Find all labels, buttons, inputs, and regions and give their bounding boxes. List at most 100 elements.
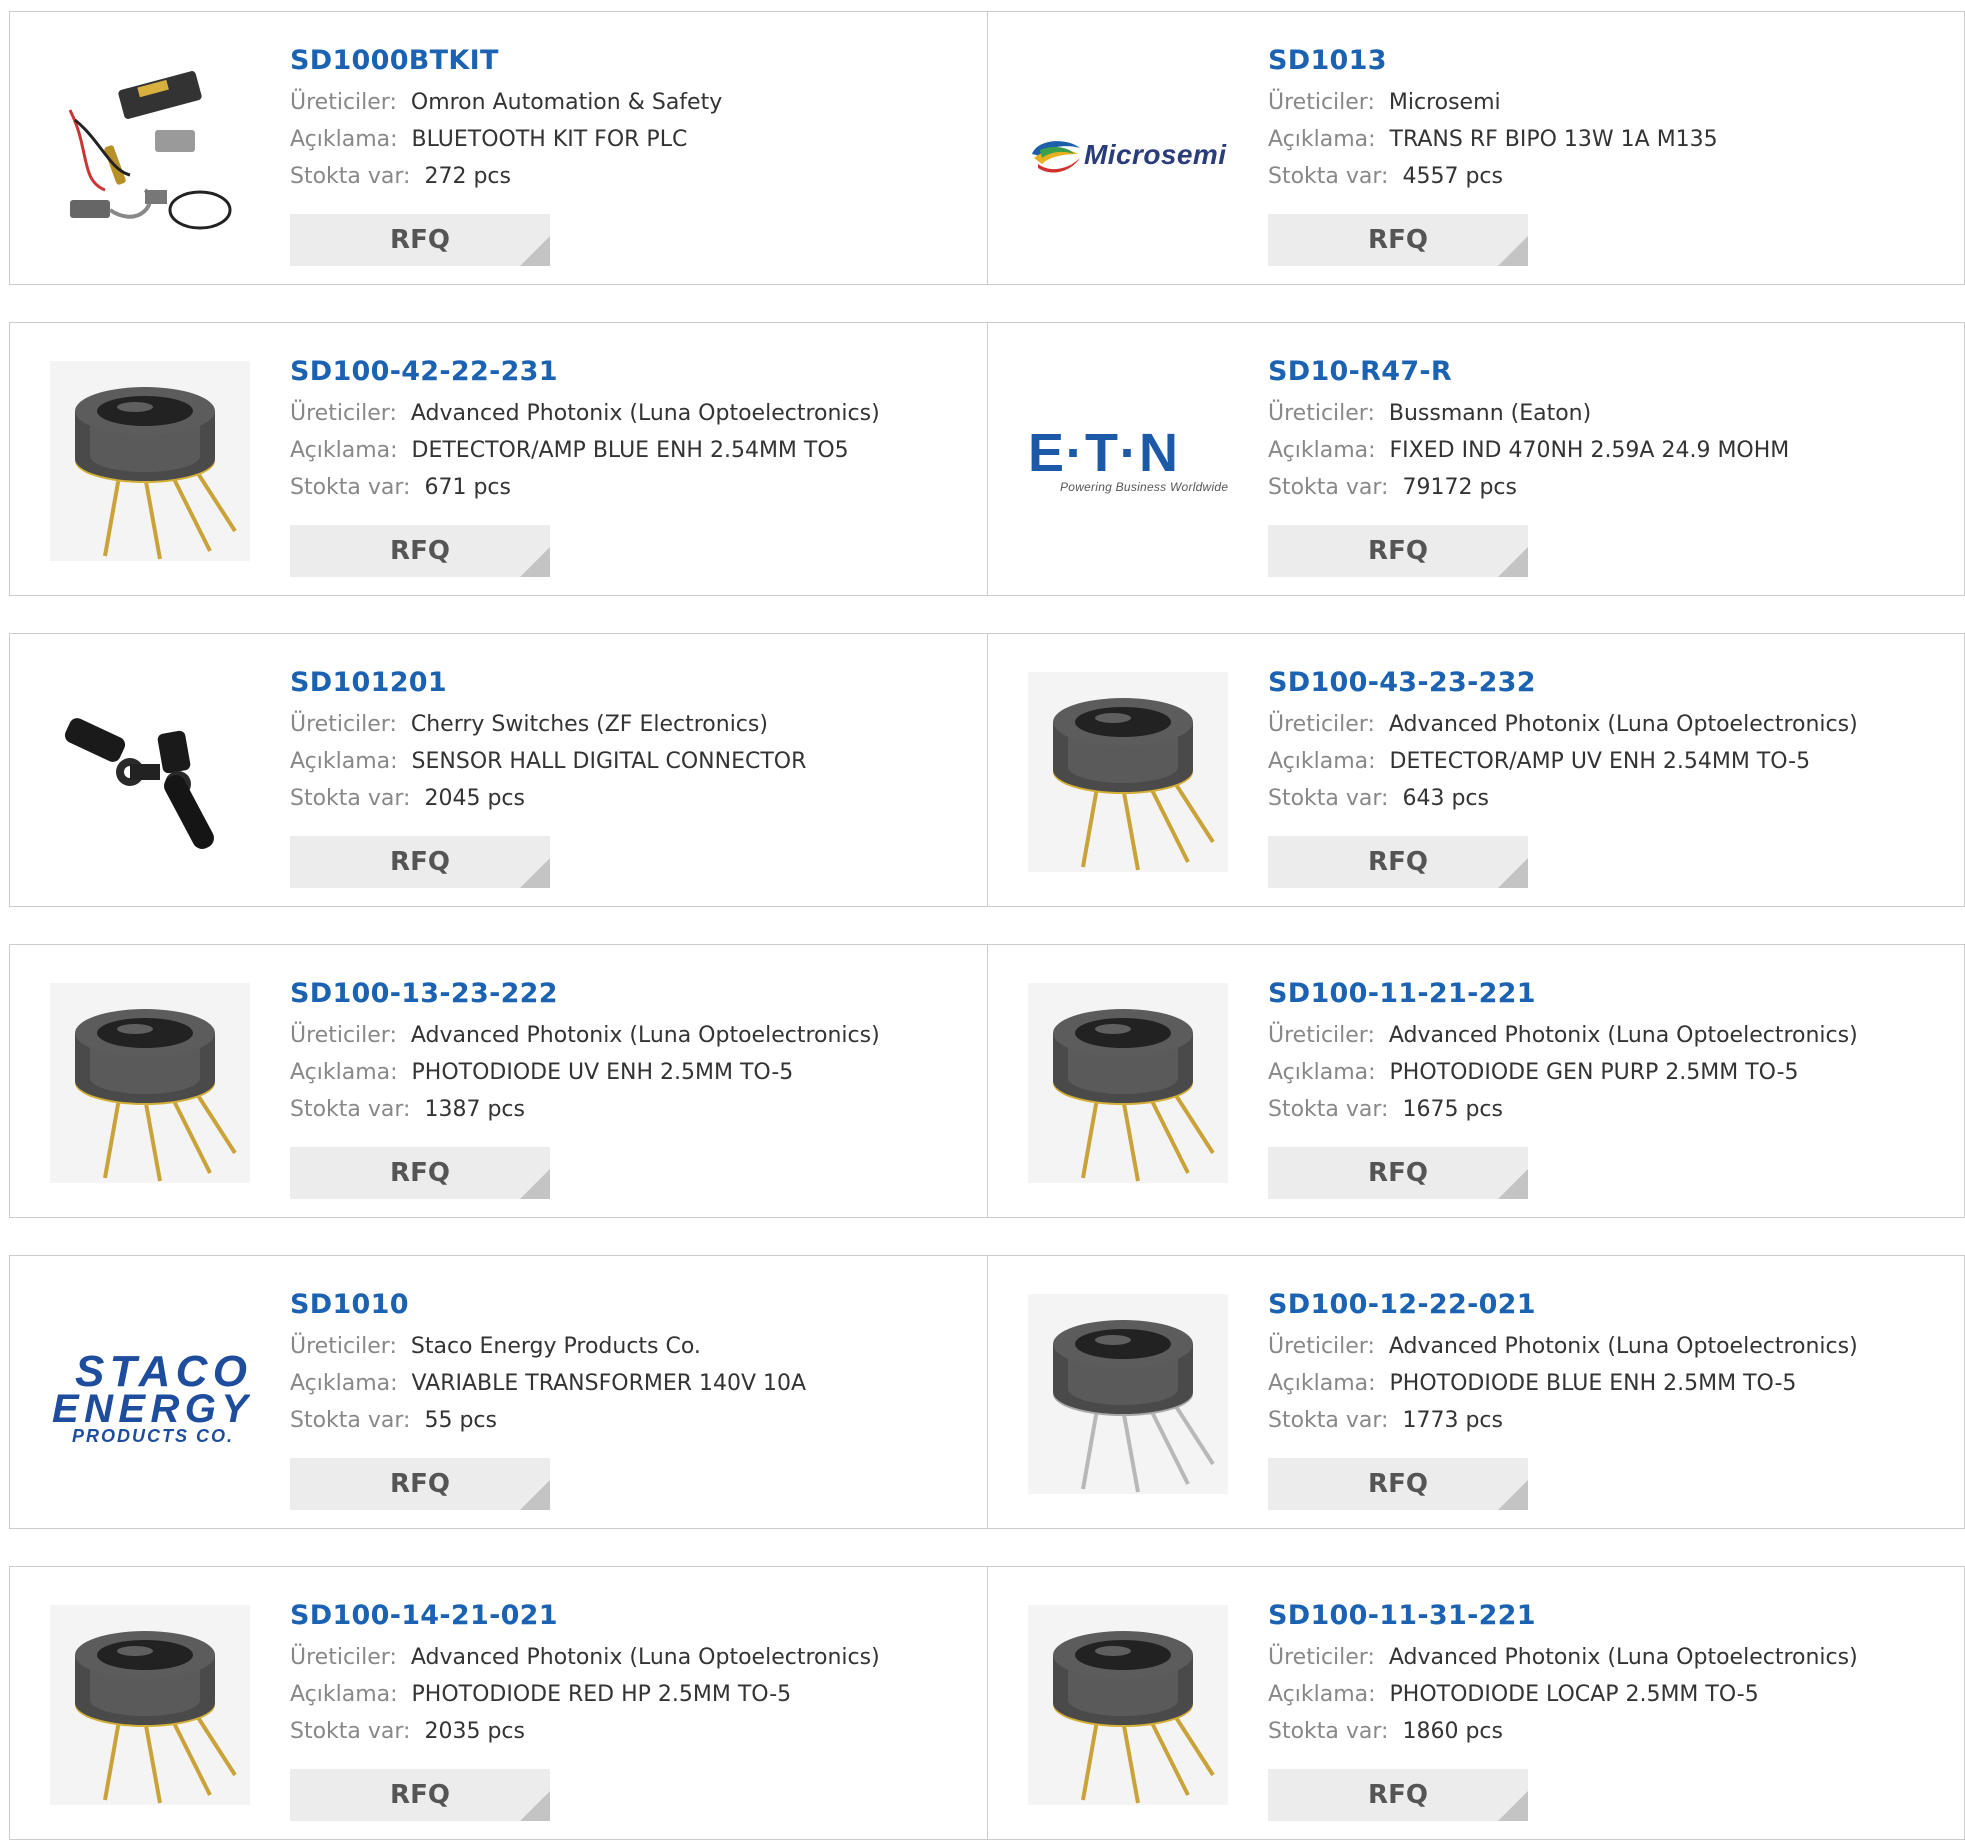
manufacturer-label: Üreticiler: xyxy=(1268,1023,1375,1048)
product-card: SD1000BTKIT Üreticiler: Omron Automation … xyxy=(10,12,988,284)
corner-triangle-icon xyxy=(1498,1480,1528,1510)
manufacturer-value: Advanced Photonix (Luna Optoelectronics) xyxy=(410,401,880,426)
manufacturer-label: Üreticiler: xyxy=(290,1023,397,1048)
part-number-link[interactable]: SD100-14-21-021 xyxy=(290,1599,970,1633)
rfq-label: RFQ xyxy=(1368,1780,1428,1810)
product-photo[interactable] xyxy=(1028,1294,1228,1494)
product-photo[interactable] xyxy=(1028,672,1228,872)
description-value: DETECTOR/AMP UV ENH 2.54MM TO-5 xyxy=(1389,749,1811,774)
stock-value: 1773 pcs xyxy=(1402,1408,1503,1433)
stock-row: Stokta var: 1387 pcs xyxy=(290,1091,970,1128)
corner-triangle-icon xyxy=(1498,547,1528,577)
svg-text:Microsemi: Microsemi xyxy=(1084,139,1227,170)
rfq-button[interactable]: RFQ xyxy=(1268,1769,1528,1821)
rfq-label: RFQ xyxy=(390,1469,450,1499)
stock-row: Stokta var: 272 pcs xyxy=(290,158,970,195)
rfq-button[interactable]: RFQ xyxy=(290,1147,550,1199)
description-row: Açıklama: PHOTODIODE GEN PURP 2.5MM TO-5 xyxy=(1268,1054,1948,1091)
manufacturer-label: Üreticiler: xyxy=(290,1334,397,1359)
description-value: DETECTOR/AMP BLUE ENH 2.54MM TO5 xyxy=(411,438,849,463)
product-grid: SD1000BTKIT Üreticiler: Omron Automation … xyxy=(0,0,1965,1840)
rfq-button[interactable]: RFQ xyxy=(290,1769,550,1821)
part-number-link[interactable]: SD100-11-31-221 xyxy=(1268,1599,1948,1633)
stock-label: Stokta var: xyxy=(1268,164,1389,189)
part-number-link[interactable]: SD100-43-23-232 xyxy=(1268,666,1948,700)
description-row: Açıklama: DETECTOR/AMP UV ENH 2.54MM TO-5 xyxy=(1268,743,1948,780)
stock-value: 4557 pcs xyxy=(1402,164,1503,189)
manufacturer-label: Üreticiler: xyxy=(1268,1645,1375,1670)
part-number-link[interactable]: SD10-R47-R xyxy=(1268,355,1948,389)
rfq-button[interactable]: RFQ xyxy=(290,1458,550,1510)
product-row: SD100-13-23-222 Üreticiler: Advanced Phot… xyxy=(9,944,1965,1218)
manufacturer-value: Advanced Photonix (Luna Optoelectronics) xyxy=(1388,1334,1858,1359)
product-photo[interactable] xyxy=(50,983,250,1183)
product-card: SD100-42-22-231 Üreticiler: Advanced Phot… xyxy=(10,323,988,595)
manufacturer-row: Üreticiler: Advanced Photonix (Luna Optoe… xyxy=(290,395,970,432)
description-row: Açıklama: BLUETOOTH KIT FOR PLC xyxy=(290,121,970,158)
stock-value: 643 pcs xyxy=(1402,786,1489,811)
manufacturer-value: Omron Automation & Safety xyxy=(410,90,723,115)
part-number-link[interactable]: SD1013 xyxy=(1268,44,1948,78)
product-photo[interactable] xyxy=(50,672,250,872)
description-value: PHOTODIODE RED HP 2.5MM TO-5 xyxy=(411,1682,792,1707)
stock-label: Stokta var: xyxy=(290,786,411,811)
svg-text:Powering Business Worldwide: Powering Business Worldwide xyxy=(1060,480,1228,494)
product-row: SD101201 Üreticiler: Cherry Switches (ZF … xyxy=(9,633,1965,907)
description-value: PHOTODIODE LOCAP 2.5MM TO-5 xyxy=(1389,1682,1759,1707)
part-number-link[interactable]: SD100-13-23-222 xyxy=(290,977,970,1011)
manufacturer-label: Üreticiler: xyxy=(290,401,397,426)
description-row: Açıklama: PHOTODIODE RED HP 2.5MM TO-5 xyxy=(290,1676,970,1713)
corner-triangle-icon xyxy=(1498,858,1528,888)
rfq-button[interactable]: RFQ xyxy=(1268,1147,1528,1199)
description-label: Açıklama: xyxy=(1268,127,1376,152)
product-info: SD1000BTKIT Üreticiler: Omron Automation … xyxy=(290,44,970,195)
rfq-button[interactable]: RFQ xyxy=(1268,214,1528,266)
rfq-button[interactable]: RFQ xyxy=(290,836,550,888)
description-label: Açıklama: xyxy=(290,1060,398,1085)
part-number-link[interactable]: SD1000BTKIT xyxy=(290,44,970,78)
manufacturer-row: Üreticiler: Bussmann (Eaton) xyxy=(1268,395,1948,432)
product-photo[interactable] xyxy=(1028,983,1228,1183)
rfq-button[interactable]: RFQ xyxy=(1268,1458,1528,1510)
manufacturer-logo[interactable]: E·T·N Powering Business Worldwide xyxy=(1028,361,1228,561)
part-number-link[interactable]: SD100-42-22-231 xyxy=(290,355,970,389)
product-info: SD1010 Üreticiler: Staco Energy Products … xyxy=(290,1288,970,1439)
description-row: Açıklama: SENSOR HALL DIGITAL CONNECTOR xyxy=(290,743,970,780)
product-photo[interactable] xyxy=(50,1605,250,1805)
rfq-button[interactable]: RFQ xyxy=(1268,525,1528,577)
stock-value: 2035 pcs xyxy=(424,1719,525,1744)
stock-label: Stokta var: xyxy=(290,1097,411,1122)
rfq-button[interactable]: RFQ xyxy=(290,525,550,577)
product-photo[interactable] xyxy=(50,50,250,250)
description-value: PHOTODIODE BLUE ENH 2.5MM TO-5 xyxy=(1389,1371,1797,1396)
product-photo[interactable] xyxy=(1028,1605,1228,1805)
rfq-label: RFQ xyxy=(390,536,450,566)
stock-label: Stokta var: xyxy=(290,1408,411,1433)
stock-row: Stokta var: 79172 pcs xyxy=(1268,469,1948,506)
manufacturer-row: Üreticiler: Advanced Photonix (Luna Optoe… xyxy=(1268,1017,1948,1054)
stock-label: Stokta var: xyxy=(1268,475,1389,500)
manufacturer-row: Üreticiler: Advanced Photonix (Luna Optoe… xyxy=(290,1017,970,1054)
part-number-link[interactable]: SD100-11-21-221 xyxy=(1268,977,1948,1011)
product-info: SD100-11-21-221 Üreticiler: Advanced Phot… xyxy=(1268,977,1948,1128)
stock-label: Stokta var: xyxy=(1268,1408,1389,1433)
part-number-link[interactable]: SD101201 xyxy=(290,666,970,700)
rfq-button[interactable]: RFQ xyxy=(1268,836,1528,888)
stock-value: 1387 pcs xyxy=(424,1097,525,1122)
manufacturer-logo[interactable]: Microsemi xyxy=(1028,50,1228,250)
part-number-link[interactable]: SD100-12-22-021 xyxy=(1268,1288,1948,1322)
manufacturer-label: Üreticiler: xyxy=(290,712,397,737)
stock-row: Stokta var: 671 pcs xyxy=(290,469,970,506)
corner-triangle-icon xyxy=(520,547,550,577)
manufacturer-logo[interactable]: STACO ENERGY PRODUCTS CO. xyxy=(50,1294,250,1494)
manufacturer-row: Üreticiler: Advanced Photonix (Luna Optoe… xyxy=(290,1639,970,1676)
product-photo[interactable] xyxy=(50,361,250,561)
product-card: SD100-13-23-222 Üreticiler: Advanced Phot… xyxy=(10,945,988,1217)
rfq-button[interactable]: RFQ xyxy=(290,214,550,266)
manufacturer-row: Üreticiler: Staco Energy Products Co. xyxy=(290,1328,970,1365)
description-value: SENSOR HALL DIGITAL CONNECTOR xyxy=(411,749,807,774)
manufacturer-value: Staco Energy Products Co. xyxy=(410,1334,701,1359)
rfq-label: RFQ xyxy=(390,1780,450,1810)
part-number-link[interactable]: SD1010 xyxy=(290,1288,970,1322)
product-info: SD100-42-22-231 Üreticiler: Advanced Phot… xyxy=(290,355,970,506)
